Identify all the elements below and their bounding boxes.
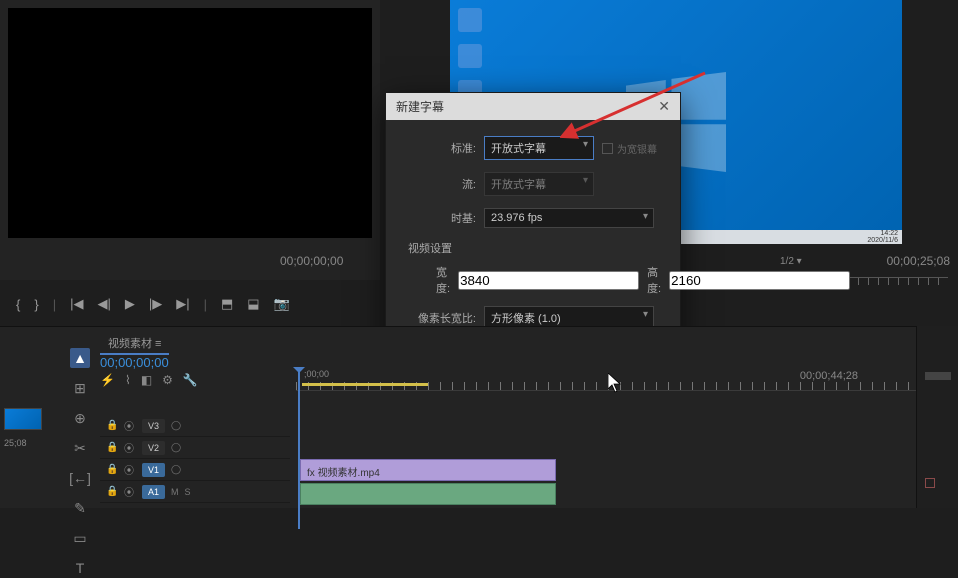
marker-icon[interactable]: ◧ [141,373,152,387]
source-timecode: 00;00;00;00 [280,254,343,268]
width-input[interactable] [458,271,639,290]
selection-tool[interactable]: ▲ [70,348,90,368]
lock-icon[interactable]: 🔒 [106,486,118,497]
source-monitor: 00;00;00;00 [0,0,380,280]
track-v3[interactable]: 🔒 ⦿ V3 ◯ [100,415,290,437]
go-to-in-button[interactable]: |◀ [70,296,83,312]
playhead[interactable] [298,369,300,529]
stream-select: 开放式字幕 [484,172,594,196]
overwrite-button[interactable]: ⬓ [247,296,259,312]
height-input[interactable] [669,271,850,290]
timeline-panel: 视频素材 ≡ 00;00;00;00 ⚡ ⌇ ◧ ⚙ 🔧 🔒 ⦿ V3 ◯ 🔒 … [0,326,958,508]
close-icon[interactable]: ✕ [658,98,670,115]
ripple-edit-tool[interactable]: ⊕ [70,408,90,428]
toggle-icon[interactable]: ⦿ [124,462,136,477]
height-label: 高度: [647,264,661,296]
go-to-out-button[interactable]: ▶| [176,296,189,312]
razor-tool[interactable]: ✂ [70,438,90,458]
snap-icon[interactable]: ⚡ [100,373,115,387]
toggle-icon[interactable]: ⦿ [124,440,136,455]
standard-label: 标准: [406,140,476,156]
track-v2[interactable]: 🔒 ⦿ V2 ◯ [100,437,290,459]
widescreen-checkbox[interactable]: 为宽银幕 [602,141,657,156]
pen-tool[interactable]: ✎ [70,498,90,518]
step-forward-button[interactable]: |▶ [149,296,162,312]
toggle-icon[interactable]: ⦿ [124,484,136,499]
link-icon[interactable]: ⌇ [125,373,131,387]
toggle-icon[interactable]: ⦿ [124,418,136,433]
timeline-timecode[interactable]: 00;00;00;00 [100,355,169,370]
transport-controls: { } | |◀ ◀| ▶ |▶ ▶| | ⬒ ⬓ 📷 [16,296,290,312]
step-back-button[interactable]: ◀| [97,296,110,312]
taskbar-date: 2020/11/6 [867,237,898,244]
mark-out-button[interactable]: } [34,297,38,312]
source-video-area[interactable] [8,8,372,238]
hand-tool[interactable]: ▭ [70,528,90,548]
project-thumbnail[interactable] [4,408,42,430]
slip-tool[interactable]: [←] [70,468,90,488]
tools-panel: ▲ ⊞ ⊕ ✂ [←] ✎ ▭ T [68,348,92,578]
timebase-select[interactable]: 23.976 fps [484,208,654,228]
track-a1[interactable]: 🔒 ⦿ A1 MS [100,481,290,503]
project-thumb-label: 25;08 [4,438,27,448]
video-clip[interactable]: fx 视频素材.mp4 [300,459,556,481]
desktop-icon [458,8,482,32]
dialog-title-text: 新建字幕 [396,98,444,115]
track-select-tool[interactable]: ⊞ [70,378,90,398]
settings-icon[interactable]: ⚙ [162,373,173,387]
track-v1[interactable]: 🔒 ⦿ V1 ◯ [100,459,290,481]
standard-select[interactable]: 开放式字幕 [484,136,594,160]
width-label: 宽度: [436,264,450,296]
audio-clip[interactable] [300,483,556,505]
type-tool[interactable]: T [70,558,90,578]
timeline-right-timecode: 00;00;44;28 [800,370,858,382]
video-settings-label: 视频设置 [408,240,660,256]
wrench-icon[interactable]: 🔧 [183,373,198,387]
lock-icon[interactable]: 🔒 [106,442,118,453]
pixel-aspect-label: 像素长宽比: [406,310,476,326]
timeline-settings-icons: ⚡ ⌇ ◧ ⚙ 🔧 [100,373,198,387]
sequence-tab[interactable]: 视频素材 ≡ [100,335,169,351]
lock-icon[interactable]: 🔒 [106,420,118,431]
timebase-label: 时基: [406,210,476,226]
insert-button[interactable]: ⬒ [221,296,233,312]
audio-meters-panel [916,326,958,508]
dialog-titlebar[interactable]: 新建字幕 ✕ [386,93,680,120]
mark-in-button[interactable]: { [16,297,20,312]
lock-icon[interactable]: 🔒 [106,464,118,475]
work-area-bar[interactable] [302,383,428,386]
desktop-icon [458,44,482,68]
track-headers: 🔒 ⦿ V3 ◯ 🔒 ⦿ V2 ◯ 🔒 ⦿ V1 ◯ 🔒 ⦿ A1 MS [100,415,290,503]
taskbar-time: 14:22 [867,230,898,237]
play-button[interactable]: ▶ [125,296,135,312]
export-frame-button[interactable]: 📷 [274,296,290,312]
stream-label: 流: [406,176,476,192]
program-timecode-right: 00;00;25;08 [887,254,950,268]
clip-fx-icon: fx [307,468,315,479]
program-scale-dropdown[interactable]: 1/2 ▾ [780,256,802,267]
